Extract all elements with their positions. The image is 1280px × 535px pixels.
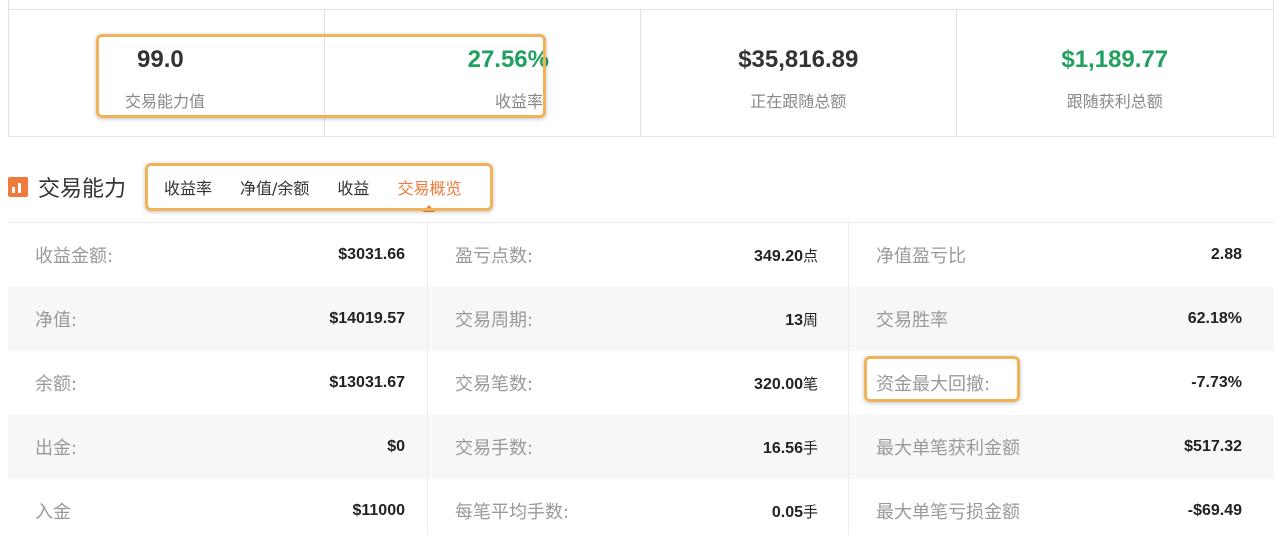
cell-label: 交易笔数: [455,374,534,395]
cell-label: 入金 [35,502,71,523]
tab-trading-overview[interactable]: 交易概览 [397,175,461,212]
cell-unit: 笔 [802,374,818,393]
table-cell: 每笔平均手数: 0.05手 [428,479,849,535]
cell-value: $13031.67 [329,374,405,391]
cell-label: 交易手数: [455,438,534,459]
cell-value: $11000 [352,502,405,519]
stat-label: 交易能力值 [125,92,206,111]
cell-label: 资金最大回撤: [876,374,991,395]
cell-unit: 手 [802,438,818,457]
table-cell: 出金: $0 [8,415,428,479]
table-cell: 资金最大回撤: -7.73% [849,351,1274,415]
table-cell: 最大单笔获利金额 $517.32 [849,415,1274,479]
table-cell: 交易笔数: 320.00笔 [428,351,849,415]
top-panel-edge [8,0,1274,10]
cell-value: $0 [387,438,405,455]
table-cell: 余额: $13031.67 [8,351,428,415]
cell-label: 最大单笔获利金额 [876,438,1020,459]
cell-value: 13 [785,311,803,329]
stat-return-rate: 27.56% 收益率 [325,10,641,136]
cell-unit: 周 [802,310,818,329]
stat-label: 跟随获利总额 [1066,92,1163,111]
table-cell: 净值盈亏比 2.88 [849,223,1274,287]
cell-unit: 点 [802,246,818,265]
cell-label: 最大单笔亏损金额 [876,502,1020,523]
cell-unit: 手 [802,502,818,521]
cell-label: 收益金额: [35,246,114,267]
table-row: 余额: $13031.67 交易笔数: 320.00笔 资金最大回撤: -7.73% [8,351,1274,415]
tab-return-rate[interactable]: 收益率 [164,175,212,199]
stats-panel: 99.0 交易能力值 27.56% 收益率 $35,816.89 正在跟随总额 … [8,10,1274,137]
cell-label: 交易胜率 [876,310,948,331]
stat-trading-ability: 99.0 交易能力值 [9,10,325,136]
tab-bar: 收益率 净值/余额 收益 交易概览 [147,164,492,212]
tab-profit[interactable]: 收益 [337,175,369,199]
cell-value: -7.73% [1191,374,1242,391]
cell-label: 盈亏点数: [455,246,534,267]
table-cell: 最大单笔亏损金额 -$69.49 [849,479,1274,535]
cell-value: $517.32 [1184,438,1242,455]
cell-label: 净值盈亏比 [876,246,966,267]
cell-value: 349.20 [754,247,803,265]
stat-value: $1,189.77 [1061,46,1169,73]
cell-label: 每笔平均手数: [455,502,570,523]
section-title: 交易能力 [38,177,127,202]
stat-value: 27.56% [467,46,549,73]
table-cell: 交易胜率 62.18% [849,287,1274,351]
stat-following-profit: $1,189.77 跟随获利总额 [957,10,1274,136]
cell-label: 余额: [35,374,78,395]
cell-value: 2.88 [1210,246,1242,263]
table-row: 出金: $0 交易手数: 16.56手 最大单笔获利金额 $517.32 [8,415,1274,479]
table-cell: 交易手数: 16.56手 [428,415,849,479]
table-row: 收益金额: $3031.66 盈亏点数: 349.20点 净值盈亏比 2.88 [8,223,1274,287]
table-cell: 净值: $14019.57 [8,287,428,351]
cell-value: 16.56 [762,439,803,457]
cell-value: $14019.57 [329,310,405,327]
stat-value: 99.0 [137,46,184,73]
table-cell: 盈亏点数: 349.20点 [428,223,849,287]
cell-label: 净值: [35,310,78,331]
table-row: 入金 $11000 每笔平均手数: 0.05手 最大单笔亏损金额 -$69.49 [8,479,1274,535]
stat-value: $35,816.89 [738,46,859,73]
cell-value: 0.05 [771,503,803,521]
table-cell: 交易周期: 13周 [428,287,849,351]
stat-following-total: $35,816.89 正在跟随总额 [641,10,957,136]
table-cell: 入金 $11000 [8,479,428,535]
cell-value: 320.00 [754,375,803,393]
cell-value: $3031.66 [338,246,405,263]
stat-label: 收益率 [494,92,543,111]
cell-label: 交易周期: [455,310,534,331]
table-row: 净值: $14019.57 交易周期: 13周 交易胜率 62.18% [8,287,1274,351]
cell-value: 62.18% [1187,310,1242,327]
cell-value: -$69.49 [1187,502,1242,519]
cell-label: 出金: [35,438,78,459]
overview-table: 收益金额: $3031.66 盈亏点数: 349.20点 净值盈亏比 2.88 净值:… [8,222,1274,535]
tab-equity-balance[interactable]: 净值/余额 [240,175,309,199]
section-header: 交易能力 [8,170,126,204]
stat-label: 正在跟随总额 [750,92,847,111]
table-cell: 收益金额: $3031.66 [8,223,428,287]
chart-icon [8,177,28,197]
